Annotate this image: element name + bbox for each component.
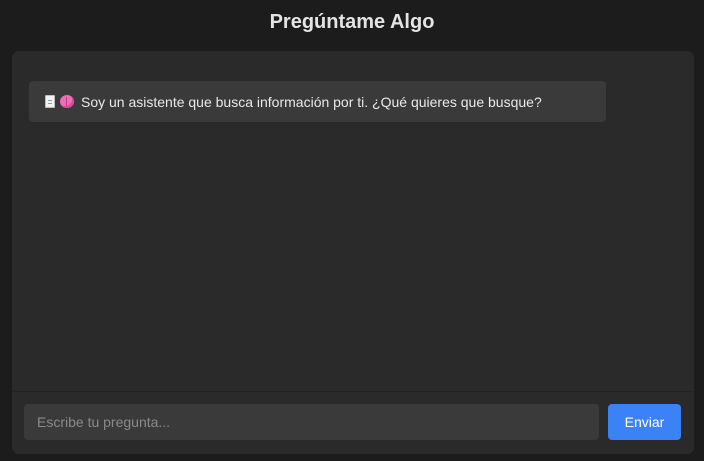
chat-app: Pregúntame Algo Soy un asistente que bus… <box>0 0 704 461</box>
page-title: Pregúntame Algo <box>269 11 435 33</box>
question-input[interactable] <box>24 404 599 440</box>
brain-icon <box>60 95 74 108</box>
message-list: Soy un asistente que busca información p… <box>12 51 694 392</box>
document-icon <box>45 95 55 108</box>
chat-panel: Soy un asistente que busca información p… <box>12 51 694 454</box>
send-button[interactable]: Enviar <box>608 404 681 440</box>
message-text: Soy un asistente que busca información p… <box>81 93 542 110</box>
assistant-message: Soy un asistente que busca información p… <box>29 81 606 122</box>
composer-bar: Enviar <box>12 391 694 454</box>
